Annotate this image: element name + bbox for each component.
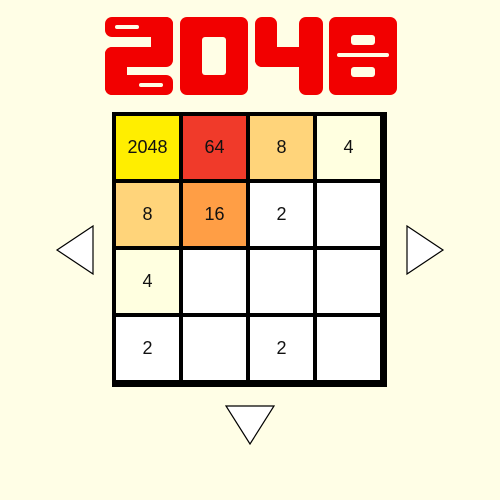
- board-cell: [183, 317, 246, 380]
- logo-digit-4: [255, 17, 323, 95]
- board-cell: 4: [116, 250, 179, 313]
- game-board[interactable]: 2048 64 8 4 8 16 2 4 2 2: [112, 112, 387, 387]
- board-cell: 8: [250, 116, 313, 179]
- logo-digit-8: [329, 17, 397, 95]
- right-arrow-icon[interactable]: [405, 224, 445, 276]
- logo-digit-0: [180, 17, 248, 95]
- logo-digit-2: [105, 17, 173, 95]
- down-arrow-icon[interactable]: [224, 404, 276, 446]
- board-cell: [317, 250, 380, 313]
- board-cell: 2: [250, 317, 313, 380]
- board-cell: [317, 183, 380, 246]
- left-arrow-icon[interactable]: [55, 224, 95, 276]
- game-logo: [105, 17, 397, 95]
- board-cell: 2: [250, 183, 313, 246]
- board-cell: [317, 317, 380, 380]
- board-cell: 2: [116, 317, 179, 380]
- board-cell: [183, 250, 246, 313]
- board-cell: 8: [116, 183, 179, 246]
- board-cell: 64: [183, 116, 246, 179]
- board-cell: 16: [183, 183, 246, 246]
- board-cell: [250, 250, 313, 313]
- board-cell: 4: [317, 116, 380, 179]
- board-cell: 2048: [116, 116, 179, 179]
